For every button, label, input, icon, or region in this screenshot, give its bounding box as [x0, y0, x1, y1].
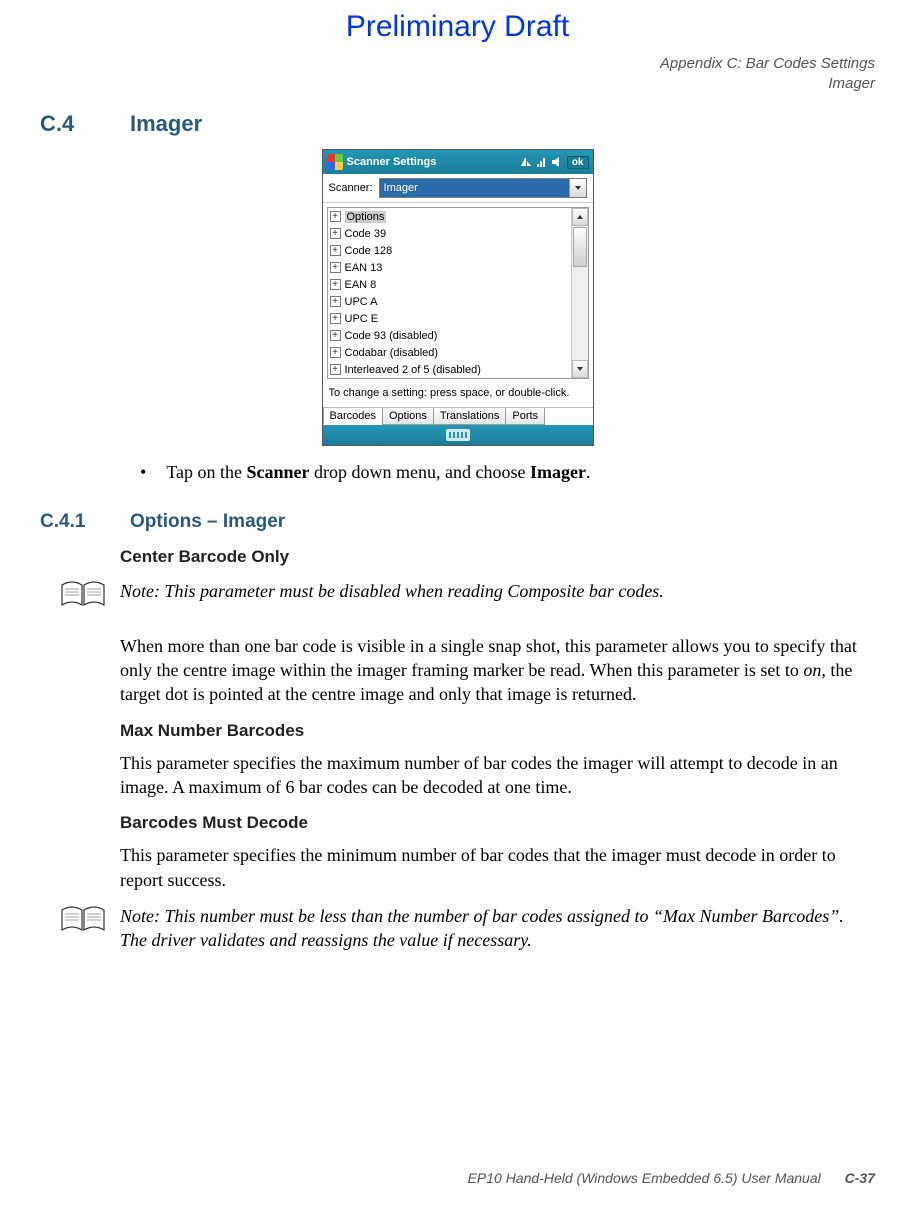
paragraph-center-barcode: When more than one bar code is visible i…: [120, 634, 875, 707]
signal-icon[interactable]: [536, 156, 548, 168]
window-title: Scanner Settings: [347, 156, 437, 168]
list-item[interactable]: +Code 39: [328, 225, 571, 242]
book-icon: [60, 579, 110, 614]
list-item[interactable]: +Code 128: [328, 242, 571, 259]
expand-icon[interactable]: +: [330, 245, 341, 256]
hint-text: To change a setting: press space, or dou…: [323, 383, 593, 407]
subheading-center-barcode: Center Barcode Only: [120, 547, 875, 567]
expand-icon[interactable]: +: [330, 364, 341, 375]
titlebar-icons: [519, 156, 563, 168]
note-block: Note: This parameter must be disabled wh…: [60, 579, 875, 614]
appendix-line: Appendix C: Bar Codes Settings: [40, 54, 875, 74]
scanner-row: Scanner: Imager: [323, 174, 593, 203]
heading-c41-title: Options – Imager: [130, 511, 285, 532]
scanner-dropdown-value: Imager: [380, 179, 569, 197]
footer: EP10 Hand-Held (Windows Embedded 6.5) Us…: [40, 1170, 875, 1186]
heading-c41-number: C.4.1: [40, 511, 130, 533]
heading-c4-title: Imager: [130, 111, 202, 136]
start-icon[interactable]: [327, 154, 343, 170]
note-block: Note: This number must be less than the …: [60, 904, 875, 953]
note-text: Note: This parameter must be disabled wh…: [120, 579, 664, 603]
tab-barcodes[interactable]: Barcodes: [323, 408, 383, 425]
section-line: Imager: [40, 74, 875, 94]
list-item[interactable]: +UPC E: [328, 310, 571, 327]
heading-c41: C.4.1Options – Imager: [40, 511, 875, 533]
expand-icon[interactable]: +: [330, 330, 341, 341]
instruction-bullet: • Tap on the Scanner drop down menu, and…: [140, 462, 875, 483]
book-icon: [60, 904, 110, 939]
list-item[interactable]: +EAN 13: [328, 259, 571, 276]
scroll-track[interactable]: [572, 268, 588, 360]
running-header: Appendix C: Bar Codes Settings Imager: [40, 54, 875, 93]
scrollbar[interactable]: [571, 208, 588, 378]
expand-icon[interactable]: +: [330, 313, 341, 324]
expand-icon[interactable]: +: [330, 211, 341, 222]
subheading-must-decode: Barcodes Must Decode: [120, 813, 875, 833]
scroll-thumb[interactable]: [573, 227, 587, 267]
expand-icon[interactable]: +: [330, 262, 341, 273]
keyboard-icon[interactable]: [446, 429, 470, 441]
note-text: Note: This number must be less than the …: [120, 904, 875, 953]
scanner-dropdown[interactable]: Imager: [379, 178, 587, 198]
tab-ports[interactable]: Ports: [505, 408, 545, 425]
paragraph-max-number: This parameter specifies the maximum num…: [120, 751, 875, 800]
volume-icon[interactable]: [551, 156, 563, 168]
page-number: C-37: [845, 1170, 875, 1186]
ok-button[interactable]: ok: [567, 156, 589, 169]
scroll-down-icon[interactable]: [572, 360, 588, 378]
barcode-list: +Options +Code 39 +Code 128 +EAN 13 +EAN…: [327, 207, 589, 379]
expand-icon[interactable]: +: [330, 279, 341, 290]
subheading-max-number: Max Number Barcodes: [120, 721, 875, 741]
heading-c4-number: C.4: [40, 111, 130, 137]
expand-icon[interactable]: +: [330, 347, 341, 358]
draft-watermark: Preliminary Draft: [40, 10, 875, 44]
chevron-down-icon[interactable]: [569, 179, 586, 197]
list-item[interactable]: +Code 93 (disabled): [328, 327, 571, 344]
heading-c4: C.4Imager: [40, 111, 875, 137]
sip-bar: [323, 425, 593, 445]
bullet-icon: •: [140, 462, 146, 483]
footer-text: EP10 Hand-Held (Windows Embedded 6.5) Us…: [468, 1170, 821, 1186]
list-item[interactable]: +Codabar (disabled): [328, 344, 571, 361]
expand-icon[interactable]: +: [330, 228, 341, 239]
instruction-text: Tap on the Scanner drop down menu, and c…: [166, 462, 590, 483]
expand-icon[interactable]: +: [330, 296, 341, 307]
scanner-label: Scanner:: [329, 182, 373, 194]
window-titlebar: Scanner Settings ok: [323, 150, 593, 174]
list-item[interactable]: +Options: [328, 208, 571, 225]
scroll-up-icon[interactable]: [572, 208, 588, 226]
tab-translations[interactable]: Translations: [433, 408, 507, 425]
paragraph-must-decode: This parameter specifies the minimum num…: [120, 843, 875, 892]
connectivity-icon[interactable]: [519, 156, 533, 168]
screenshot-scanner-settings: Scanner Settings ok Scanner: Imager +Opt…: [322, 149, 594, 446]
tab-options[interactable]: Options: [382, 408, 434, 425]
barcode-list-area: +Options +Code 39 +Code 128 +EAN 13 +EAN…: [323, 203, 593, 383]
list-item[interactable]: +UPC A: [328, 293, 571, 310]
page: Preliminary Draft Appendix C: Bar Codes …: [0, 0, 915, 1208]
list-item[interactable]: +Interleaved 2 of 5 (disabled): [328, 361, 571, 378]
list-item[interactable]: +EAN 8: [328, 276, 571, 293]
tab-row: Barcodes Options Translations Ports: [323, 407, 593, 425]
